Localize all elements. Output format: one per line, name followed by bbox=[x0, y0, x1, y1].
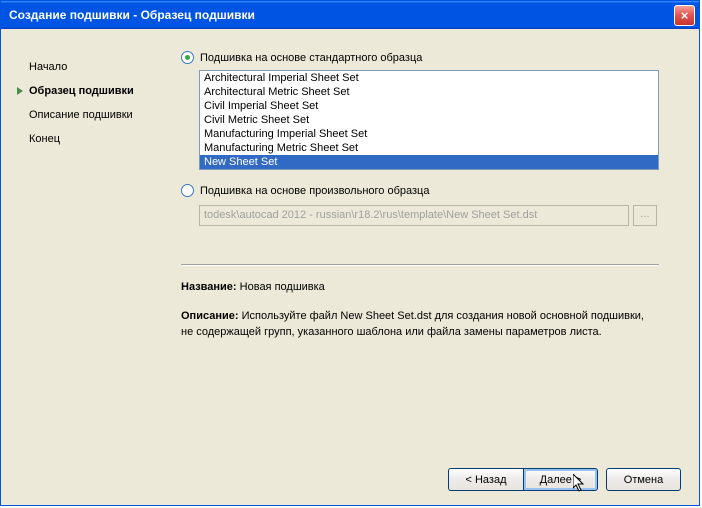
close-icon: × bbox=[681, 8, 689, 23]
list-item-selected[interactable]: New Sheet Set bbox=[200, 155, 658, 169]
nav-button-group: < Назад Далее > bbox=[448, 468, 598, 491]
desc-row: Описание: Используйте файл New Sheet Set… bbox=[181, 309, 651, 340]
name-value: Новая подшивка bbox=[240, 281, 325, 293]
template-listbox[interactable]: Architectural Imperial Sheet Set Archite… bbox=[199, 70, 659, 170]
window-title: Создание подшивки - Образец подшивки bbox=[9, 8, 674, 22]
nav-label: Образец подшивки bbox=[29, 85, 134, 97]
name-label: Название: bbox=[181, 281, 237, 293]
divider bbox=[181, 264, 659, 266]
cancel-button[interactable]: Отмена bbox=[606, 468, 681, 491]
list-item[interactable]: Civil Metric Sheet Set bbox=[200, 113, 658, 127]
nav-label: Конец bbox=[29, 133, 60, 145]
desc-value: Используйте файл New Sheet Set.dst для с… bbox=[181, 310, 644, 337]
wizard-body: Начало Образец подшивки Описание подшивк… bbox=[1, 29, 699, 505]
browse-button: ... bbox=[633, 205, 657, 226]
nav-step-sample[interactable]: Образец подшивки bbox=[17, 79, 175, 103]
list-item[interactable]: Manufacturing Imperial Sheet Set bbox=[200, 127, 658, 141]
back-button[interactable]: < Назад bbox=[448, 468, 523, 491]
wizard-window: Создание подшивки - Образец подшивки × Н… bbox=[0, 0, 700, 506]
radio-standard[interactable] bbox=[181, 51, 194, 64]
list-item[interactable]: Manufacturing Metric Sheet Set bbox=[200, 141, 658, 155]
radio-custom[interactable] bbox=[181, 184, 194, 197]
radio-standard-label: Подшивка на основе стандартного образца bbox=[200, 52, 422, 64]
wizard-sidebar: Начало Образец подшивки Описание подшивк… bbox=[17, 51, 175, 493]
wizard-buttons: < Назад Далее > Отмена bbox=[448, 468, 681, 491]
nav-step-begin[interactable]: Начало bbox=[17, 55, 175, 79]
titlebar: Создание подшивки - Образец подшивки × bbox=[1, 1, 699, 29]
desc-label: Описание: bbox=[181, 310, 239, 322]
name-row: Название: Новая подшивка bbox=[181, 280, 651, 295]
nav-label: Описание подшивки bbox=[29, 109, 133, 121]
close-button[interactable]: × bbox=[674, 5, 695, 26]
list-item[interactable]: Architectural Metric Sheet Set bbox=[200, 85, 658, 99]
list-item[interactable]: Civil Imperial Sheet Set bbox=[200, 99, 658, 113]
radio-standard-row[interactable]: Подшивка на основе стандартного образца bbox=[181, 51, 683, 64]
nav-step-details[interactable]: Описание подшивки bbox=[17, 103, 175, 127]
wizard-main: Подшивка на основе стандартного образца … bbox=[175, 51, 683, 493]
custom-path-row: todesk\autocad 2012 - russian\r18.2\rus\… bbox=[199, 205, 683, 226]
path-input: todesk\autocad 2012 - russian\r18.2\rus\… bbox=[199, 205, 629, 226]
radio-custom-label: Подшивка на основе произвольного образца bbox=[200, 185, 429, 197]
list-item[interactable]: Architectural Imperial Sheet Set bbox=[200, 71, 658, 85]
next-button[interactable]: Далее > bbox=[523, 468, 598, 491]
nav-label: Начало bbox=[29, 61, 67, 73]
radio-custom-row[interactable]: Подшивка на основе произвольного образца bbox=[181, 184, 683, 197]
nav-step-end[interactable]: Конец bbox=[17, 127, 175, 151]
